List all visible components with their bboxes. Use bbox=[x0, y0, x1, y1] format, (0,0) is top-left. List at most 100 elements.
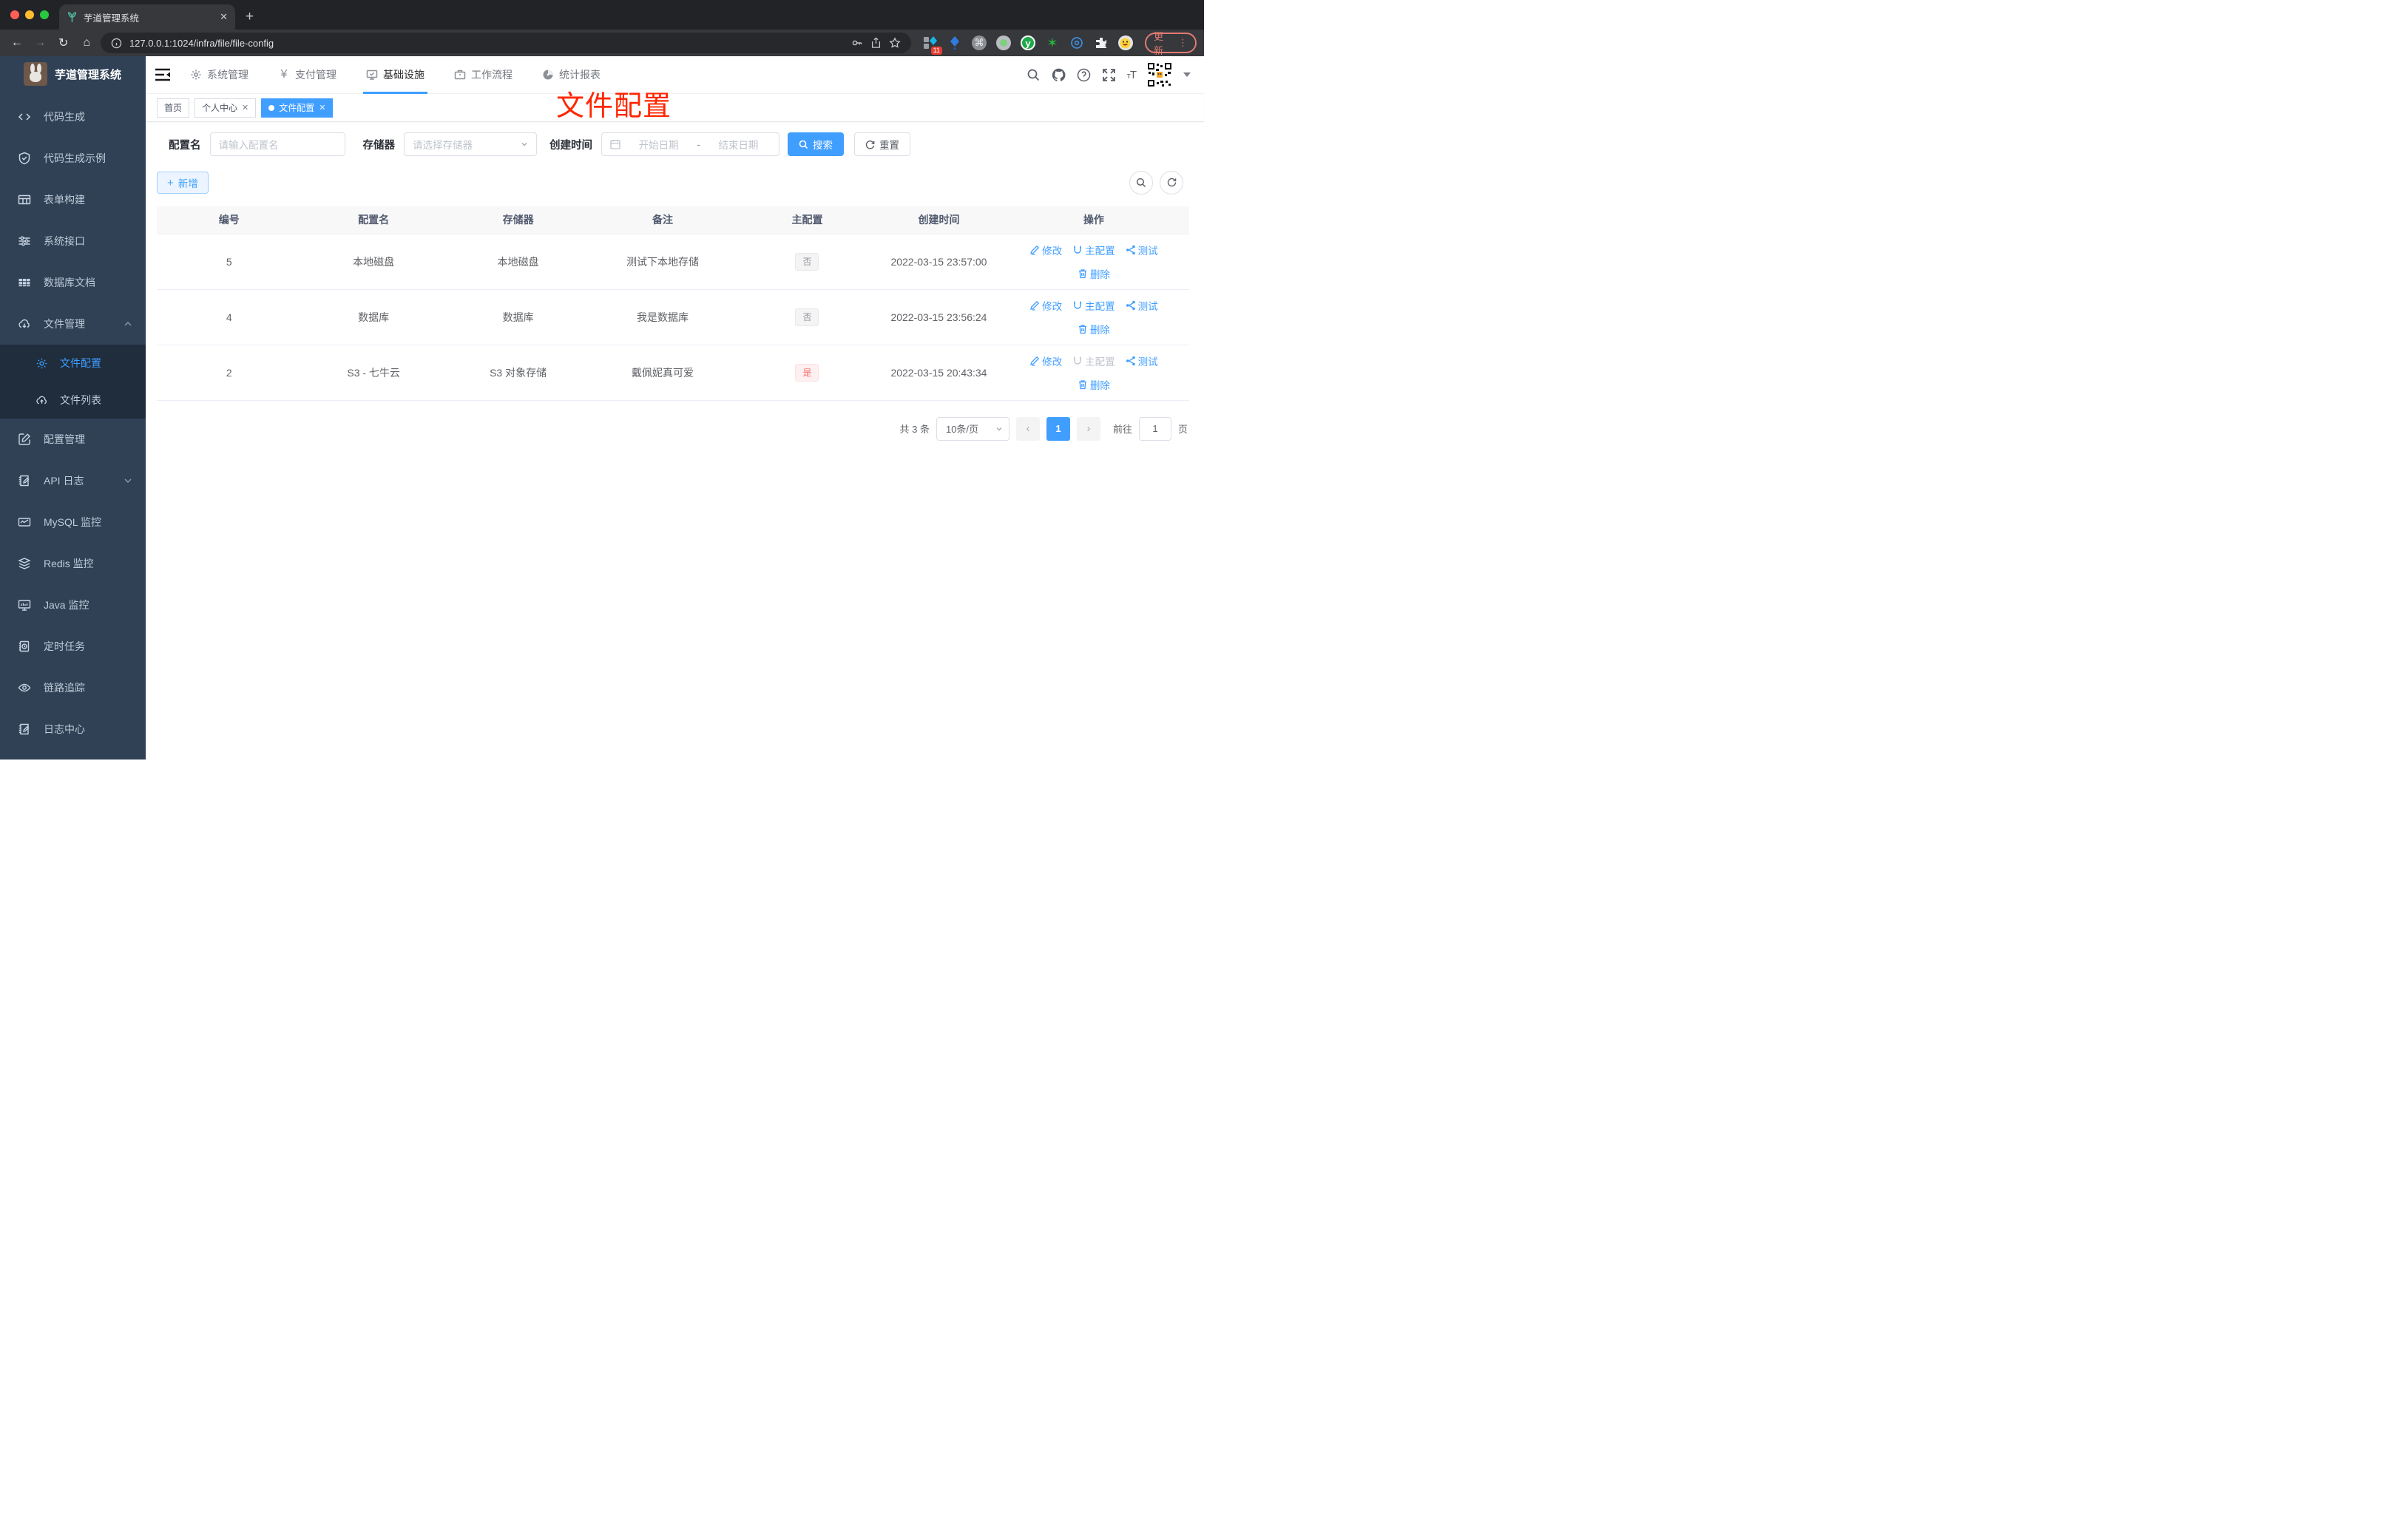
fullscreen-icon[interactable] bbox=[1102, 68, 1116, 82]
sidebar-item-system-api[interactable]: 系统接口 bbox=[0, 220, 146, 262]
sidebar-item-code-gen[interactable]: 代码生成 bbox=[0, 96, 146, 138]
table-row: 5 本地磁盘 本地磁盘 测试下本地存储 否 2022-03-15 23:57:0… bbox=[157, 234, 1189, 290]
share-icon[interactable] bbox=[870, 37, 882, 49]
master-link[interactable]: 主配置 bbox=[1072, 243, 1115, 257]
avatar-dropdown-caret[interactable] bbox=[1183, 72, 1191, 77]
tab-close-icon[interactable]: ✕ bbox=[220, 11, 228, 23]
key-icon[interactable] bbox=[851, 37, 863, 49]
tab-workflow[interactable]: 工作流程 bbox=[454, 56, 513, 94]
info-icon[interactable] bbox=[111, 38, 122, 49]
storage-select[interactable]: 请选择存储器 bbox=[404, 132, 537, 156]
search-icon[interactable] bbox=[1027, 68, 1041, 82]
date-range-picker[interactable]: 开始日期 - 结束日期 bbox=[601, 132, 779, 156]
page-content: 配置名 请输入配置名 存储器 请选择存储器 创建时间 开始日期 - 结束日期 搜… bbox=[146, 122, 1204, 441]
delete-link[interactable]: 删除 bbox=[1078, 377, 1110, 392]
sidebar-item-mysql-monitor[interactable]: MySQL 监控 bbox=[0, 501, 146, 543]
end-date-placeholder[interactable]: 结束日期 bbox=[706, 137, 771, 152]
search-button[interactable]: 搜索 bbox=[788, 132, 844, 156]
new-tab-button[interactable]: + bbox=[246, 9, 254, 25]
home-icon[interactable]: ⌂ bbox=[77, 36, 95, 50]
start-date-placeholder[interactable]: 开始日期 bbox=[626, 137, 691, 152]
browser-menu-icon[interactable]: ⋮ bbox=[1178, 37, 1188, 49]
extension-y-icon[interactable]: y bbox=[1020, 35, 1035, 50]
close-window-button[interactable] bbox=[10, 10, 19, 19]
test-link[interactable]: 测试 bbox=[1126, 353, 1158, 368]
extension-kite-icon[interactable] bbox=[947, 35, 962, 50]
refresh-table-button[interactable] bbox=[1160, 171, 1183, 194]
reload-icon[interactable]: ↻ bbox=[54, 35, 72, 50]
master-link[interactable]: 主配置 bbox=[1072, 298, 1115, 313]
url-text[interactable]: 127.0.0.1:1024/infra/file/file-config bbox=[129, 38, 844, 49]
sidebar-item-config-manage[interactable]: 配置管理 bbox=[0, 419, 146, 460]
tab-system-manage[interactable]: 系统管理 bbox=[190, 56, 248, 94]
extension-command-icon[interactable]: ⌘ bbox=[971, 35, 987, 50]
page-size-select[interactable]: 10条/页 bbox=[936, 416, 1009, 441]
tab-title: 芋道管理系统 bbox=[84, 13, 140, 24]
filter-form: 配置名 请输入配置名 存储器 请选择存储器 创建时间 开始日期 - 结束日期 搜… bbox=[169, 132, 1189, 156]
briefcase-icon bbox=[454, 70, 466, 80]
config-name-input[interactable]: 请输入配置名 bbox=[209, 132, 345, 156]
tag-file-config[interactable]: 文件配置 ✕ bbox=[261, 98, 334, 118]
address-bar[interactable]: 127.0.0.1:1024/infra/file/file-config bbox=[100, 33, 911, 53]
sidebar-item-java-monitor[interactable]: Java 监控 bbox=[0, 584, 146, 626]
avatar-qr-code[interactable] bbox=[1147, 62, 1172, 87]
shield-check-icon bbox=[18, 152, 30, 165]
goto-page-input[interactable] bbox=[1138, 416, 1171, 441]
sidebar-item-redis-monitor[interactable]: Redis 监控 bbox=[0, 543, 146, 584]
extension-emoji-icon[interactable] bbox=[1117, 35, 1133, 50]
help-icon[interactable] bbox=[1077, 68, 1091, 82]
font-size-icon[interactable]: тT bbox=[1127, 69, 1137, 81]
magnet-icon bbox=[1074, 356, 1082, 365]
prev-page-button[interactable]: ‹ bbox=[1015, 416, 1040, 441]
current-page-button[interactable]: 1 bbox=[1046, 416, 1070, 441]
next-page-button[interactable]: › bbox=[1076, 416, 1100, 441]
magnet-icon bbox=[1074, 301, 1082, 309]
browser-update-button[interactable]: 更新 ⋮ bbox=[1144, 31, 1197, 56]
zoom-window-button[interactable] bbox=[40, 10, 49, 19]
forward-icon[interactable]: → bbox=[30, 36, 49, 50]
sidebar-item-scheduled-task[interactable]: 定时任务 bbox=[0, 626, 146, 667]
extension-eye-icon[interactable] bbox=[1069, 35, 1084, 50]
collapse-sidebar-icon[interactable] bbox=[155, 68, 171, 81]
refresh-icon bbox=[865, 140, 875, 149]
sidebar-item-api-log[interactable]: API 日志 bbox=[0, 460, 146, 501]
sidebar-item-trace[interactable]: 链路追踪 bbox=[0, 667, 146, 708]
close-icon[interactable]: ✕ bbox=[319, 103, 325, 112]
delete-link[interactable]: 删除 bbox=[1078, 322, 1110, 336]
extension-green-dot-icon[interactable] bbox=[995, 35, 1011, 50]
sidebar-item-db-doc[interactable]: 数据库文档 bbox=[0, 262, 146, 303]
code-icon bbox=[18, 113, 31, 121]
delete-link[interactable]: 删除 bbox=[1078, 266, 1110, 281]
trash-icon bbox=[1078, 268, 1086, 278]
tab-infrastructure[interactable]: 基础设施 bbox=[363, 56, 427, 94]
edit-link[interactable]: 修改 bbox=[1029, 353, 1062, 368]
close-icon[interactable]: ✕ bbox=[242, 103, 248, 112]
tag-profile[interactable]: 个人中心 ✕ bbox=[195, 98, 257, 118]
github-icon[interactable] bbox=[1052, 68, 1066, 82]
sidebar-item-log-center[interactable]: 日志中心 bbox=[0, 708, 146, 750]
edit-link[interactable]: 修改 bbox=[1029, 298, 1062, 313]
back-icon[interactable]: ← bbox=[7, 36, 26, 50]
add-button[interactable]: + 新增 bbox=[157, 172, 209, 194]
browser-tab[interactable]: 芋道管理系统 ✕ bbox=[59, 4, 235, 30]
bookmark-star-icon[interactable] bbox=[889, 37, 901, 49]
minimize-window-button[interactable] bbox=[25, 10, 34, 19]
traffic-lights[interactable] bbox=[10, 10, 49, 19]
extension-star-icon[interactable]: ✶ bbox=[1045, 35, 1060, 50]
tag-home[interactable]: 首页 bbox=[157, 98, 190, 118]
col-id: 编号 bbox=[157, 206, 302, 234]
extension-puzzle-icon[interactable] bbox=[1094, 35, 1109, 50]
sidebar-item-file-config[interactable]: 文件配置 bbox=[0, 345, 146, 382]
test-link[interactable]: 测试 bbox=[1126, 243, 1158, 257]
reset-button[interactable]: 重置 bbox=[854, 132, 910, 156]
sidebar-item-form-builder[interactable]: 表单构建 bbox=[0, 179, 146, 220]
show-search-button[interactable] bbox=[1129, 171, 1153, 194]
sidebar-item-file-list[interactable]: 文件列表 bbox=[0, 382, 146, 419]
edit-link[interactable]: 修改 bbox=[1029, 243, 1062, 257]
tab-pay-manage[interactable]: ¥ 支付管理 bbox=[278, 56, 336, 94]
sidebar-item-code-demo[interactable]: 代码生成示例 bbox=[0, 138, 146, 179]
log-edit-icon bbox=[18, 475, 30, 487]
sidebar-item-file-manage[interactable]: 文件管理 bbox=[0, 303, 146, 345]
extension-badge-icon[interactable]: 11 bbox=[923, 35, 942, 55]
test-link[interactable]: 测试 bbox=[1126, 298, 1158, 313]
